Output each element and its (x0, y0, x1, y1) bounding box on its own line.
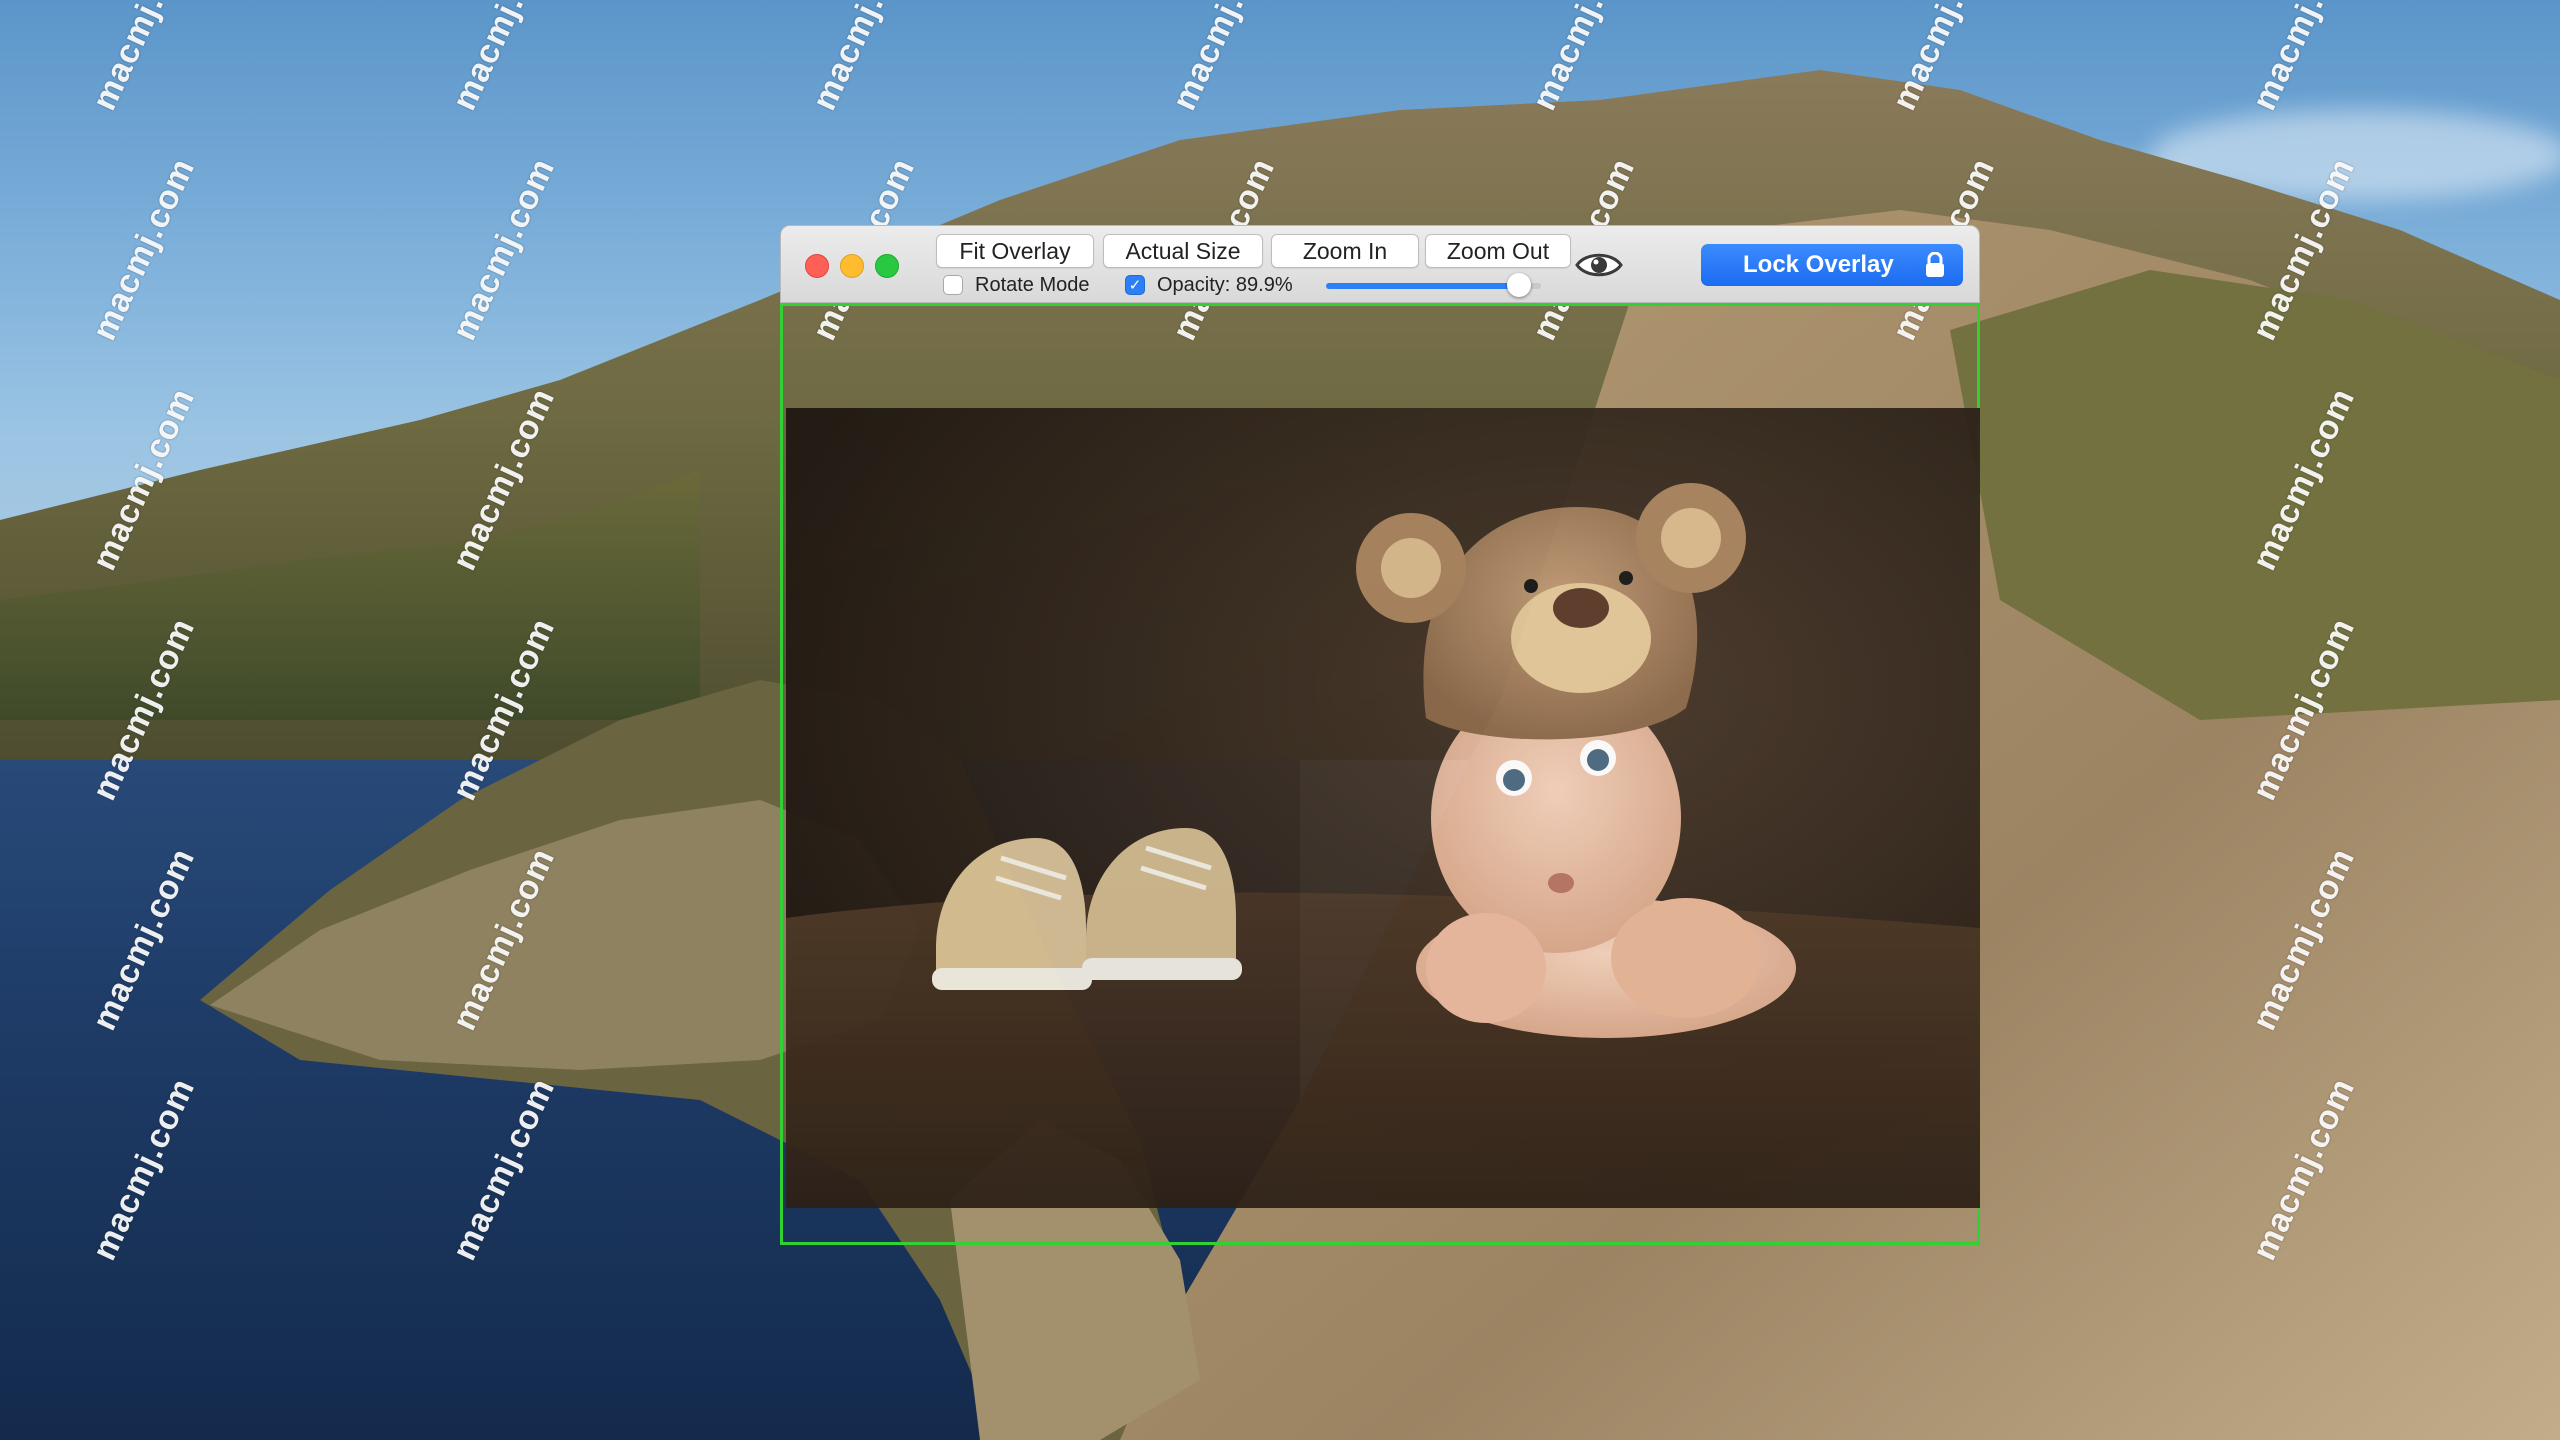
opacity-slider[interactable] (1326, 273, 1541, 297)
rotate-mode-checkbox[interactable] (943, 275, 963, 295)
overlay-image (786, 408, 1980, 1208)
zoom-out-button[interactable]: Zoom Out (1425, 234, 1571, 268)
actual-size-button[interactable]: Actual Size (1103, 234, 1263, 268)
window-toolbar: Fit Overlay Actual Size Zoom In Zoom Out… (780, 225, 1980, 303)
zoom-in-button[interactable]: Zoom In (1271, 234, 1419, 268)
fit-overlay-button[interactable]: Fit Overlay (936, 234, 1094, 268)
lock-overlay-button[interactable]: Lock Overlay (1701, 244, 1963, 286)
opacity-slider-fill (1326, 283, 1520, 289)
eye-icon[interactable] (1574, 248, 1624, 282)
rotate-mode-toggle[interactable]: Rotate Mode (943, 271, 1090, 299)
opacity-label: Opacity: 89.9% (1157, 273, 1293, 296)
baby-photo (786, 408, 1980, 1208)
opacity-slider-thumb[interactable] (1507, 273, 1532, 297)
overlay-canvas[interactable] (780, 303, 1980, 1245)
overlay-window: Fit Overlay Actual Size Zoom In Zoom Out… (780, 225, 1980, 1245)
lock-overlay-label: Lock Overlay (1743, 251, 1894, 278)
zoom-window-button[interactable] (875, 254, 899, 278)
close-button[interactable] (805, 254, 829, 278)
minimize-button[interactable] (840, 254, 864, 278)
rotate-mode-label: Rotate Mode (975, 273, 1090, 296)
lock-icon (1926, 252, 1944, 277)
opacity-toggle[interactable]: ✓ Opacity: 89.9% (1125, 271, 1293, 299)
opacity-checkbox[interactable]: ✓ (1125, 275, 1145, 295)
